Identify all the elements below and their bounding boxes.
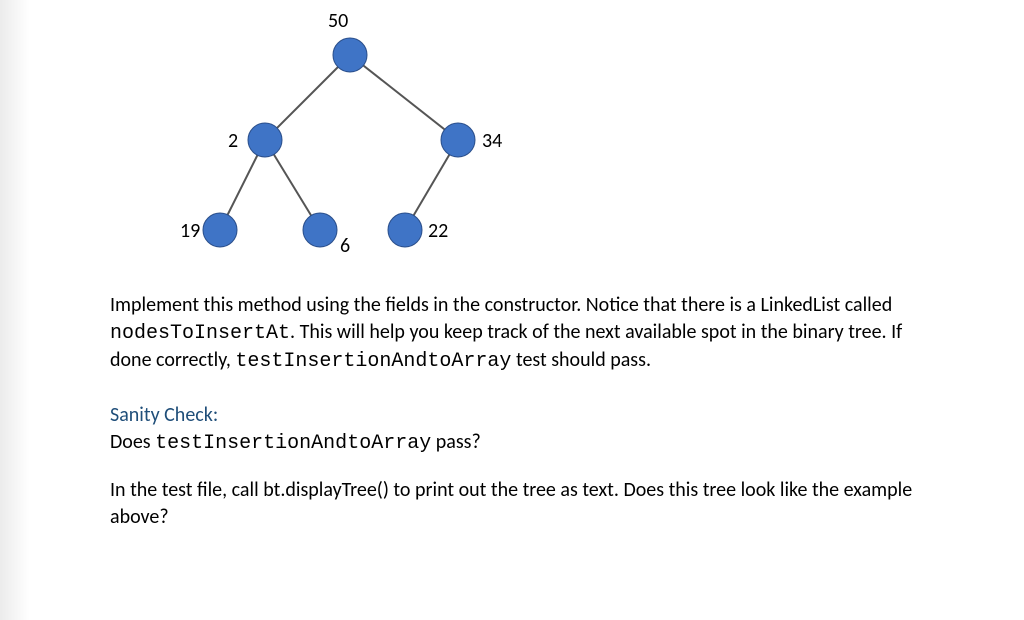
sanity-check-heading: Sanity Check:: [110, 403, 924, 427]
sanity-q1-post: pass?: [431, 430, 481, 454]
edge-root-right: [350, 55, 458, 140]
tree-node-ll-label: 19: [180, 219, 200, 243]
tree-node-rl-label: 22: [428, 219, 448, 243]
tree-node-right: [441, 123, 475, 157]
tree-node-right-label: 34: [482, 129, 502, 153]
instruction-text-pre: Implement this method using the fields i…: [110, 293, 892, 317]
tree-node-left-label: 2: [228, 129, 238, 153]
code-testInsertionAndtoArray-2: testInsertionAndtoArray: [155, 432, 431, 455]
tree-node-rl: [388, 213, 422, 247]
binary-tree-diagram: 50 2 34 19 6 22: [110, 0, 924, 280]
instruction-text-post: test should pass.: [511, 348, 651, 372]
tree-node-ll: [203, 213, 237, 247]
code-testInsertionAndtoArray-1: testInsertionAndtoArray: [235, 350, 511, 373]
tree-node-root: [333, 38, 367, 72]
sanity-q1-pre: Does: [110, 430, 155, 454]
sanity-check-q2: In the test file, call bt.displayTree() …: [110, 477, 924, 531]
instruction-paragraph: Implement this method using the fields i…: [110, 292, 924, 375]
edge-root-left: [265, 55, 350, 140]
tree-node-lr: [303, 213, 337, 247]
document-page: 50 2 34 19 6 22: [0, 0, 1024, 531]
code-nodesToInsertAt: nodesToInsertAt: [110, 322, 290, 345]
tree-node-left: [248, 123, 282, 157]
tree-svg: 50 2 34 19 6 22: [110, 0, 610, 280]
tree-node-root-label: 50: [328, 9, 348, 33]
sanity-check-q1: Does testInsertionAndtoArray pass?: [110, 429, 924, 457]
tree-node-lr-label: 6: [340, 234, 350, 258]
